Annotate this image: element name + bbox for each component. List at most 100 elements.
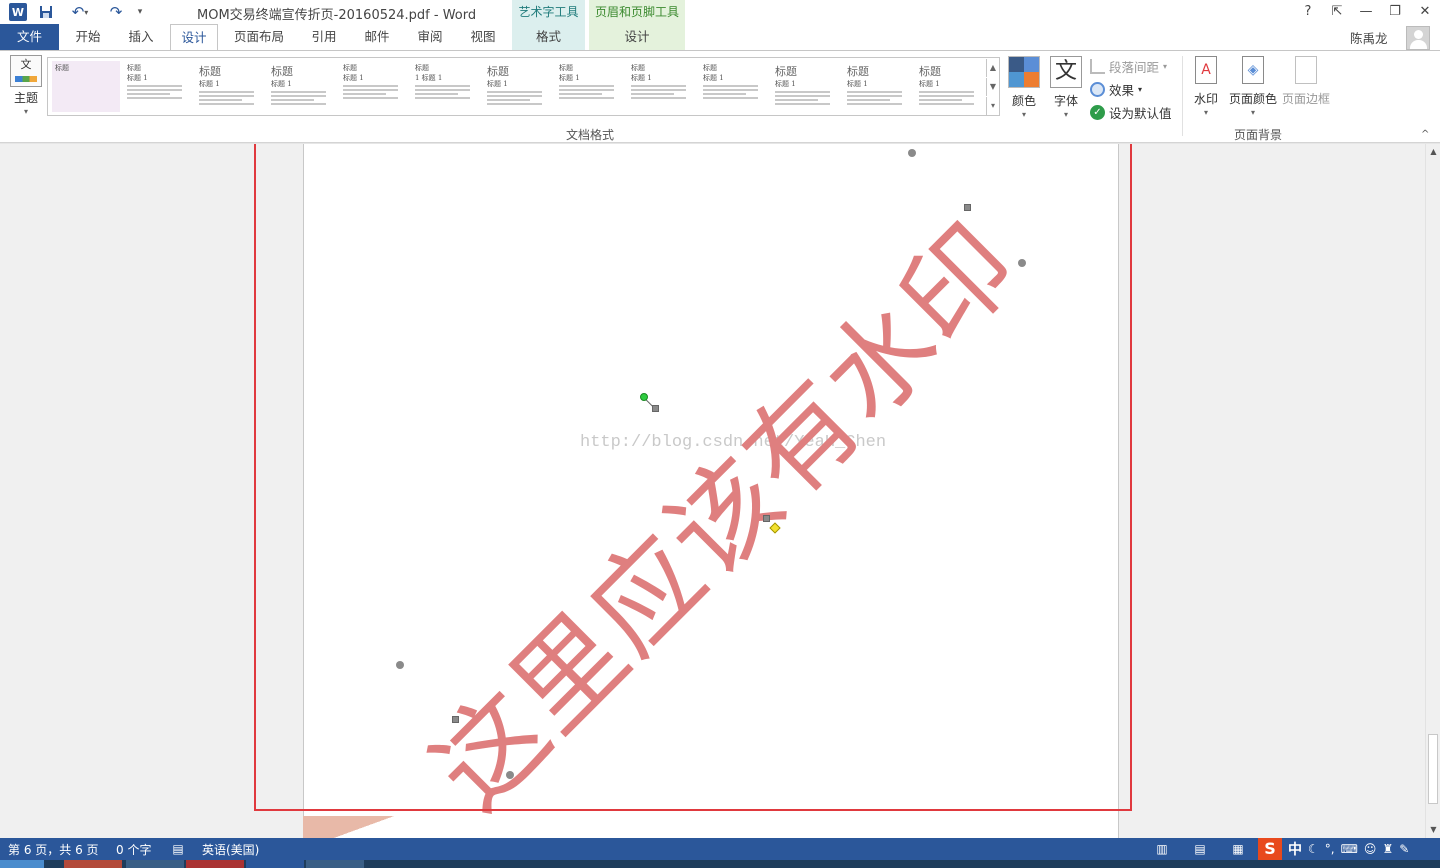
style-set-preview-line bbox=[271, 91, 326, 93]
scrollbar-thumb[interactable] bbox=[1428, 734, 1438, 804]
tab-insert[interactable]: 插入 bbox=[117, 24, 165, 50]
fonts-button[interactable]: 文 字体 ▾ bbox=[1049, 56, 1083, 119]
tab-mailings[interactable]: 邮件 bbox=[353, 24, 401, 50]
watermark-button[interactable]: A 水印 ▾ bbox=[1188, 56, 1224, 117]
style-set-item[interactable]: 标题 标题 1 bbox=[556, 61, 624, 112]
style-set-item[interactable]: 标题 标题 1 bbox=[196, 61, 264, 112]
read-mode-icon[interactable]: ▥ bbox=[1154, 841, 1170, 857]
sogou-ime-icon[interactable]: S bbox=[1258, 838, 1282, 860]
taskbar-app[interactable] bbox=[64, 860, 122, 868]
gallery-scroll-icon[interactable]: ▲ bbox=[986, 59, 999, 77]
style-set-item[interactable]: 标题 标题 1 bbox=[268, 61, 336, 112]
style-set-preview-line bbox=[415, 89, 470, 91]
style-set-item[interactable]: 标题 标题 1 bbox=[484, 61, 552, 112]
language-indicator[interactable]: 英语(美国) bbox=[202, 841, 259, 858]
style-set-item[interactable]: 标题 标题 1 bbox=[700, 61, 768, 112]
tab-file[interactable]: 文件 bbox=[0, 24, 59, 50]
gallery-scroll-icon[interactable]: ▾ bbox=[986, 97, 999, 115]
document-canvas[interactable]: http://blog.csdn.net/YeaH_Chen 这里应该有水印 bbox=[0, 144, 1425, 838]
keyboard-icon[interactable]: ⌨ bbox=[1341, 842, 1358, 856]
taskbar-app[interactable] bbox=[186, 860, 244, 868]
style-set-preview-line bbox=[631, 97, 686, 99]
user-name[interactable]: 陈禹龙 bbox=[1350, 28, 1388, 47]
tab-home[interactable]: 开始 bbox=[64, 24, 112, 50]
style-set-item[interactable]: 标题 bbox=[52, 61, 120, 112]
style-set-heading: 标题 1 bbox=[631, 74, 652, 82]
style-set-item[interactable]: 标题 标题 1 bbox=[916, 61, 984, 112]
close-button[interactable]: ✕ bbox=[1414, 2, 1436, 22]
word-count-indicator[interactable]: 0 个字 bbox=[116, 841, 151, 858]
chevron-down-icon: ▾ bbox=[1203, 108, 1208, 117]
customize-qat-icon[interactable]: ▾ bbox=[134, 3, 146, 21]
taskbar-app[interactable] bbox=[306, 860, 364, 868]
redo-icon[interactable]: ↷ bbox=[106, 3, 126, 21]
page-number-indicator[interactable]: 第 6 页，共 6 页 bbox=[8, 841, 99, 858]
style-set-title: 标题 bbox=[415, 64, 429, 72]
themes-button[interactable]: 文 主题 ▾ bbox=[6, 55, 46, 116]
page-color-button[interactable]: ◈ 页面颜色 ▾ bbox=[1228, 56, 1278, 117]
style-set-item[interactable]: 标题 标题 1 bbox=[340, 61, 408, 112]
restore-button[interactable]: ❐ bbox=[1384, 2, 1406, 22]
style-set-item[interactable]: 标题 标题 1 bbox=[628, 61, 696, 112]
style-set-item[interactable]: 标题 标题 1 bbox=[844, 61, 912, 112]
tab-header-footer-design[interactable]: 设计 bbox=[589, 24, 685, 50]
ribbon-display-options-button[interactable]: ⇱ bbox=[1326, 2, 1348, 22]
style-set-title: 标题 bbox=[271, 65, 293, 78]
chevron-down-icon: ▾ bbox=[1138, 85, 1143, 94]
color-swatch bbox=[1024, 57, 1039, 72]
style-set-preview-line bbox=[847, 91, 902, 93]
taskbar-app-word[interactable] bbox=[246, 860, 304, 868]
page-borders-button[interactable]: 页面边框 bbox=[1280, 56, 1332, 107]
effects-button[interactable]: 效果 ▾ bbox=[1090, 80, 1142, 99]
style-set-item[interactable]: 标题 标题 1 bbox=[772, 61, 840, 112]
proofing-icon[interactable]: ▤ bbox=[170, 841, 186, 857]
help-button[interactable]: ? bbox=[1297, 2, 1319, 22]
paragraph-spacing-button[interactable]: 段落间距 ▾ bbox=[1090, 57, 1167, 76]
style-set-preview-line bbox=[415, 93, 459, 95]
minimize-button[interactable]: — bbox=[1355, 2, 1377, 22]
moon-icon[interactable]: ☾ bbox=[1308, 842, 1319, 856]
tab-view[interactable]: 视图 bbox=[459, 24, 507, 50]
scroll-up-icon[interactable]: ▲ bbox=[1426, 144, 1440, 160]
style-set-item[interactable]: 标题 标题 1 bbox=[124, 61, 192, 112]
word-app-icon[interactable]: W bbox=[9, 3, 27, 21]
shirt-icon[interactable]: ♜ bbox=[1382, 842, 1393, 856]
group-label-page-background: 页面背景 bbox=[1233, 128, 1282, 142]
style-set-preview-line bbox=[847, 99, 891, 101]
tab-page-layout[interactable]: 页面布局 bbox=[226, 24, 292, 50]
style-set-preview-line bbox=[919, 103, 974, 105]
undo-icon[interactable]: ↶ ▾ bbox=[66, 3, 94, 21]
scroll-down-icon[interactable]: ▼ bbox=[1426, 822, 1440, 838]
avatar[interactable] bbox=[1406, 26, 1430, 50]
tab-wordart-format[interactable]: 格式 bbox=[512, 24, 585, 50]
punctuation-icon[interactable]: °, bbox=[1325, 842, 1335, 856]
user-icon[interactable]: ☺ bbox=[1364, 842, 1377, 856]
save-icon[interactable] bbox=[38, 3, 54, 21]
colors-button[interactable]: 颜色 ▾ bbox=[1006, 56, 1042, 119]
web-layout-icon[interactable]: ▦ bbox=[1230, 841, 1246, 857]
style-set-preview-line bbox=[271, 99, 315, 101]
vertical-scrollbar[interactable]: ▲ ▼ bbox=[1425, 144, 1440, 838]
style-set-preview-line bbox=[703, 89, 758, 91]
print-layout-icon[interactable]: ▤ bbox=[1192, 841, 1208, 857]
tab-references[interactable]: 引用 bbox=[300, 24, 348, 50]
word-window: W ↶ ▾ ↷ ▾ MOM交易终端宣传折页-20160524.pdf - Word… bbox=[0, 0, 1440, 868]
themes-icon-text: 文 bbox=[20, 58, 32, 71]
colors-label: 颜色 bbox=[1011, 94, 1036, 108]
ime-chinese-mode[interactable]: 中 bbox=[1288, 839, 1302, 859]
word-logo-letter: W bbox=[11, 5, 25, 19]
collapse-ribbon-icon[interactable]: ^ bbox=[1421, 129, 1429, 140]
status-bar: 第 6 页，共 6 页 0 个字 ▤ 英语(美国) ▥ ▤ ▦ S 中 ☾ °,… bbox=[0, 838, 1440, 860]
start-button[interactable] bbox=[0, 860, 44, 868]
style-set-heading: 1 标题 1 bbox=[415, 74, 443, 82]
style-set-heading: 标题 1 bbox=[199, 80, 220, 88]
style-set-preview-line bbox=[487, 95, 542, 97]
color-palette-icon bbox=[1008, 56, 1040, 88]
tab-review[interactable]: 审阅 bbox=[406, 24, 454, 50]
taskbar-app[interactable] bbox=[126, 860, 184, 868]
tab-design[interactable]: 设计 bbox=[170, 24, 218, 51]
wrench-icon[interactable]: ✎ bbox=[1399, 842, 1409, 856]
gallery-scroll-icon[interactable]: ▼ bbox=[986, 78, 999, 96]
style-set-item[interactable]: 标题 1 标题 1 bbox=[412, 61, 480, 112]
set-as-default-button[interactable]: ✓ 设为默认值 bbox=[1090, 103, 1172, 122]
